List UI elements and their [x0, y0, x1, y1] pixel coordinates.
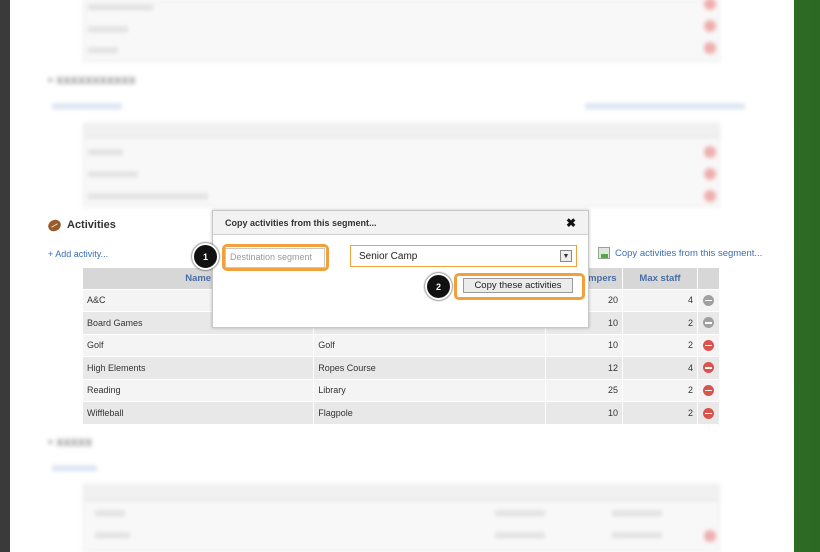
- delete-icon[interactable]: [702, 339, 714, 351]
- football-icon: [46, 216, 63, 234]
- cell-name: Wiffleball: [83, 401, 315, 424]
- activities-title: Activities: [67, 219, 116, 231]
- cell-delete: [697, 311, 721, 334]
- cell-delete: [697, 378, 721, 402]
- table-row: Reading Library 25 2: [83, 378, 721, 402]
- chevron-down-icon[interactable]: ▼: [560, 250, 572, 262]
- cell-location: Library: [313, 378, 547, 402]
- step-badge-1: 1: [192, 243, 219, 270]
- cell-campers: 10: [545, 401, 624, 424]
- cell-delete: [697, 356, 721, 379]
- table-row: Wiffleball Flagpole 10 2: [83, 401, 721, 424]
- cell-staff: 2: [622, 311, 698, 334]
- delete-icon[interactable]: [702, 317, 714, 329]
- dialog-title: Copy activities from this segment...: [225, 217, 377, 228]
- step1-highlight: [222, 244, 329, 271]
- table-row: High Elements Ropes Course 12 4: [83, 356, 721, 379]
- segment-select-value: Senior Camp: [359, 250, 418, 262]
- delete-icon[interactable]: [702, 362, 714, 374]
- segment-select[interactable]: Senior Camp ▼: [350, 245, 577, 267]
- page-panel: xxxxxxxxxxxxx xxxxxxxx xxxxxx ▪ xxxxxxxx…: [10, 0, 794, 552]
- delete-icon[interactable]: [702, 384, 714, 396]
- copy-activities-label: Copy activities from this segment...: [615, 247, 763, 259]
- cell-name: Reading: [83, 378, 315, 402]
- cell-staff: 4: [622, 288, 698, 312]
- cell-campers: 10: [545, 333, 624, 357]
- dialog-header: Copy activities from this segment... ✖: [213, 211, 588, 235]
- cell-location: Ropes Course: [313, 356, 547, 379]
- left-background-strip: [0, 0, 10, 552]
- cell-staff: 2: [622, 378, 698, 402]
- cell-campers: 12: [545, 356, 624, 379]
- close-icon[interactable]: ✖: [566, 216, 576, 230]
- activities-heading: Activities: [46, 216, 116, 234]
- cell-location: Golf: [313, 333, 547, 357]
- cell-name: High Elements: [83, 356, 315, 379]
- cell-name: Golf: [83, 333, 315, 357]
- column-header-staff[interactable]: Max staff: [622, 268, 698, 289]
- add-activity-link[interactable]: + Add activity...: [48, 249, 108, 259]
- cell-staff: 2: [622, 401, 698, 424]
- cell-delete: [697, 401, 721, 424]
- step2-highlight: [454, 273, 585, 300]
- delete-icon[interactable]: [702, 294, 714, 306]
- cell-staff: 2: [622, 333, 698, 357]
- delete-icon[interactable]: [702, 407, 714, 419]
- cell-staff: 4: [622, 356, 698, 379]
- table-row: Golf Golf 10 2: [83, 333, 721, 357]
- cell-delete: [697, 288, 721, 312]
- cell-delete: [697, 333, 721, 357]
- cell-location: Flagpole: [313, 401, 547, 424]
- copy-activities-link[interactable]: Copy activities from this segment...: [598, 247, 762, 259]
- copy-icon: [598, 247, 610, 259]
- step-badge-2: 2: [425, 273, 452, 300]
- cell-campers: 25: [545, 378, 624, 402]
- column-header-actions: [697, 268, 721, 289]
- copy-activities-dialog: Copy activities from this segment... ✖ D…: [212, 210, 589, 328]
